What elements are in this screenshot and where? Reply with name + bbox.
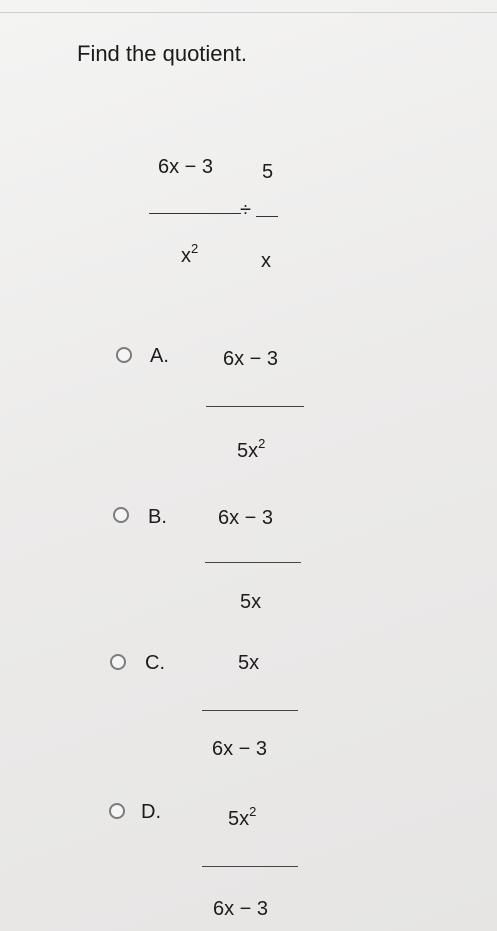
choice-d-label: D. <box>141 801 161 823</box>
question-instruction: Find the quotient. <box>77 41 248 66</box>
choice-d-radio[interactable] <box>109 803 125 819</box>
division-operator: ÷ <box>240 199 251 221</box>
choice-a-fraction-bar <box>206 406 304 407</box>
term1-numerator: 6x − 3 <box>158 156 214 178</box>
choice-c-label: C. <box>145 652 165 674</box>
choice-b-denominator: 5x <box>240 591 262 613</box>
choice-a-denominator: 5x2 <box>237 436 266 462</box>
choice-a-denominator-exponent: 2 <box>258 436 266 451</box>
term2-denominator: x <box>261 250 271 272</box>
term2-fraction-bar <box>256 216 278 217</box>
choice-b-fraction-bar <box>205 562 301 563</box>
choice-a-numerator: 6x − 3 <box>223 348 279 370</box>
term1-fraction-bar <box>149 213 241 214</box>
choice-b-radio[interactable] <box>113 507 129 523</box>
choice-c-numerator: 5x <box>238 652 260 674</box>
term1-denominator: x2 <box>181 241 199 267</box>
choice-c-radio[interactable] <box>110 654 126 670</box>
choice-a-label: A. <box>150 345 169 367</box>
choice-d-numerator-exponent: 2 <box>249 804 257 819</box>
choice-c-denominator: 6x − 3 <box>212 738 268 760</box>
term1-denominator-exponent: 2 <box>191 241 199 256</box>
choice-d-fraction-bar <box>202 866 298 867</box>
choice-a-radio[interactable] <box>116 347 132 363</box>
choice-b-numerator: 6x − 3 <box>218 507 274 529</box>
choice-c-fraction-bar <box>202 710 298 711</box>
choice-d-numerator: 5x2 <box>228 804 257 830</box>
top-divider <box>0 12 497 13</box>
choice-b-label: B. <box>148 506 167 528</box>
term2-numerator: 5 <box>262 161 274 183</box>
page: { "question": { "instruction": "Find the… <box>0 0 497 931</box>
choice-d-denominator: 6x − 3 <box>213 898 269 920</box>
